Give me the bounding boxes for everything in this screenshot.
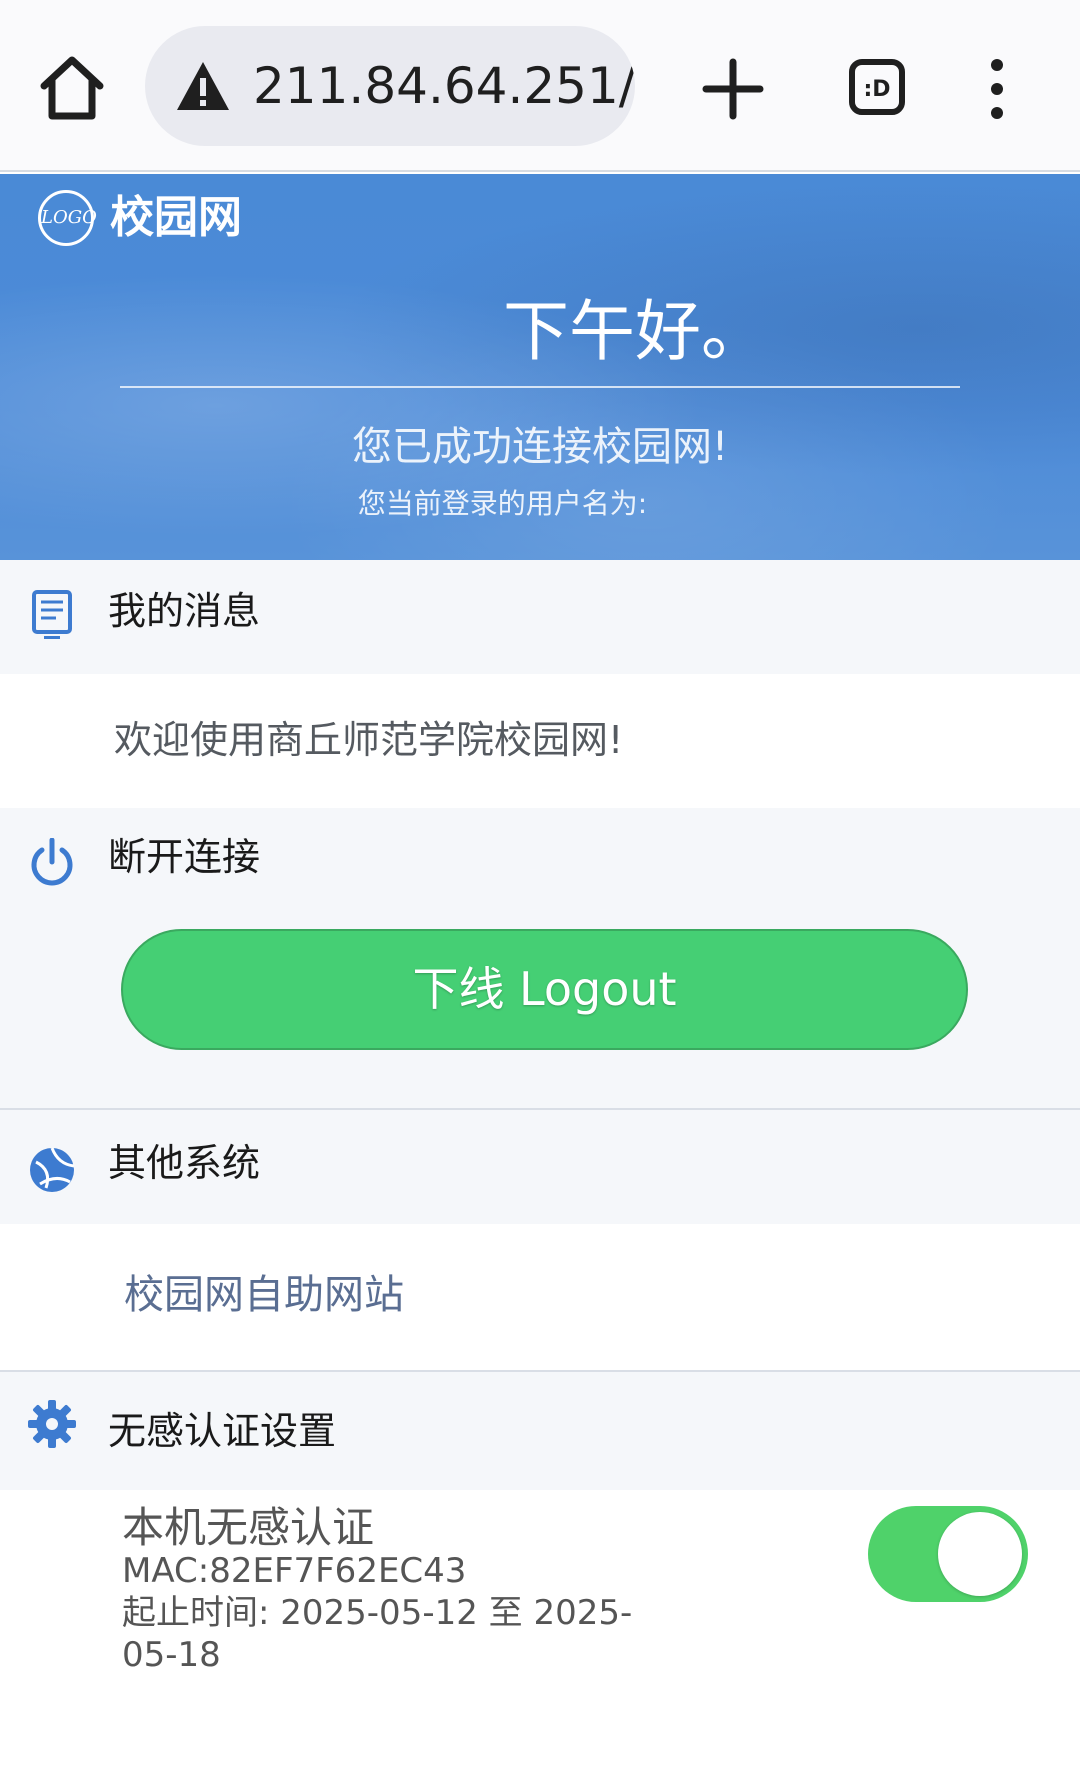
logout-button[interactable]: 下线 Logout — [121, 929, 968, 1050]
auth-period: 起止时间: 2025-05-12 至 2025- — [122, 1593, 633, 1633]
gear-icon — [26, 1398, 78, 1450]
section-header-auth-settings: 无感认证设置 — [0, 1372, 1080, 1490]
auth-toggle-switch[interactable] — [868, 1506, 1028, 1602]
address-bar[interactable]: 211.84.64.251/eportal — [145, 26, 635, 146]
globe-icon — [26, 1144, 78, 1196]
message-icon — [26, 588, 78, 640]
welcome-message: 欢迎使用商丘师范学院校园网! — [114, 718, 624, 762]
warning-icon[interactable] — [175, 60, 231, 112]
auth-period-end: 05-18 — [122, 1635, 221, 1675]
section-title-disconnect: 断开连接 — [108, 835, 261, 879]
greeting: 下午好。 — [503, 293, 767, 370]
power-icon — [26, 837, 78, 890]
url-text: 211.84.64.251/eportal — [253, 57, 635, 115]
toggle-knob[interactable] — [938, 1512, 1022, 1596]
more-vert-icon[interactable] — [982, 56, 1012, 122]
logo: LOGO — [38, 190, 97, 246]
section-title-other-systems: 其他系统 — [108, 1141, 261, 1185]
connected-status: 您已成功连接校园网! — [351, 424, 729, 470]
brand-title: 校园网 — [110, 192, 242, 243]
tab-switcher-label: :D — [863, 77, 890, 102]
mac-address: MAC:82EF7F62EC43 — [122, 1551, 467, 1591]
section-header-messages: 我的消息 — [0, 560, 1080, 674]
hero-divider — [120, 386, 960, 388]
other-systems-body: 校园网自助网站 — [0, 1224, 1080, 1370]
section-header-other-systems: 其他系统 — [0, 1110, 1080, 1224]
plus-icon[interactable] — [700, 56, 766, 122]
username-label: 您当前登录的用户名为: — [357, 487, 648, 520]
messages-body: 欢迎使用商丘师范学院校园网! — [0, 674, 1080, 808]
section-title-auth-settings: 无感认证设置 — [108, 1409, 337, 1453]
self-service-link[interactable]: 校园网自助网站 — [124, 1268, 404, 1322]
auth-item-title: 本机无感认证 — [122, 1503, 375, 1552]
browser-toolbar: 211.84.64.251/eportal :D — [0, 0, 1080, 172]
section-title-messages: 我的消息 — [108, 589, 261, 633]
home-icon[interactable] — [36, 48, 108, 128]
hero-banner: LOGO 校园网 下午好。 您已成功连接校园网! 您当前登录的用户名为: — [0, 174, 1080, 560]
tab-switcher-button[interactable]: :D — [848, 58, 906, 116]
